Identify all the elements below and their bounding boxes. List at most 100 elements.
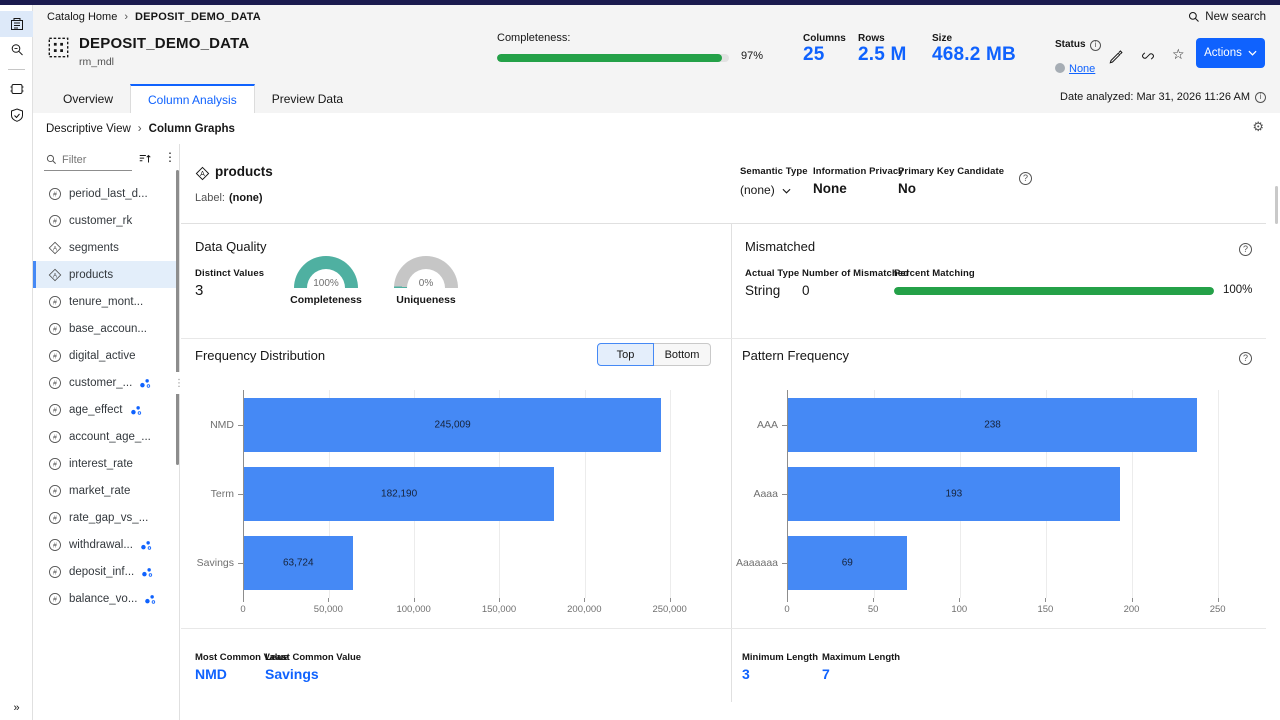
sidebar-item-deposit_inf[interactable]: #deposit_inf... xyxy=(33,558,179,585)
actions-button[interactable]: Actions xyxy=(1196,38,1265,68)
sidebar-item-balance_vo[interactable]: #balance_vo... xyxy=(33,585,179,612)
svg-text:#: # xyxy=(53,326,57,333)
section-divider xyxy=(181,338,1266,339)
date-info-icon[interactable]: i xyxy=(1255,92,1266,103)
numeric-type-icon: # xyxy=(48,214,62,228)
numeric-type-icon: # xyxy=(48,430,62,444)
descriptive-view-link[interactable]: Descriptive View xyxy=(46,123,131,135)
bar-value-label: 69 xyxy=(842,558,853,569)
rail-divider xyxy=(8,69,25,70)
sidebar-item-interest_rate[interactable]: #interest_rate xyxy=(33,450,179,477)
primary-key-value: No xyxy=(898,181,1004,196)
status-value-link[interactable]: None xyxy=(1069,63,1095,75)
content-area: Descriptive View › Column Graphs ⚙ ⋮ #pe… xyxy=(33,113,1280,720)
num-mismatched-value: 0 xyxy=(802,283,909,298)
semantic-type-dropdown[interactable]: (none) xyxy=(740,183,808,197)
sort-icon[interactable] xyxy=(138,152,152,171)
sidebar-item-base_accoun[interactable]: #base_accoun... xyxy=(33,315,179,342)
sidebar-scrollbar[interactable] xyxy=(176,170,179,465)
tab-preview-data[interactable]: Preview Data xyxy=(255,84,360,113)
y-category-label: Aaaa xyxy=(725,459,778,528)
least-common-block: Least Common Value Savings xyxy=(265,652,361,682)
catalog-nav-icon[interactable] xyxy=(0,11,33,37)
left-nav-rail: » xyxy=(0,5,33,720)
mismatched-help-icon[interactable]: ? xyxy=(1239,239,1252,257)
bar-Savings[interactable]: 63,724 xyxy=(244,536,353,590)
tab-column-analysis[interactable]: Column Analysis xyxy=(130,84,255,113)
numeric-type-icon: # xyxy=(48,322,62,336)
sidebar-item-customer_[interactable]: #customer_... xyxy=(33,369,179,396)
semantic-type-label: Semantic Type xyxy=(740,166,808,177)
x-tick-label: 250 xyxy=(1210,604,1226,615)
pattern-frequency-help-icon[interactable]: ? xyxy=(1239,348,1252,366)
ai-generated-icon xyxy=(139,377,151,389)
sidebar-item-customer_rk[interactable]: #customer_rk xyxy=(33,207,179,234)
settings-gear-icon[interactable]: ⚙ xyxy=(1252,119,1264,135)
bar-value-label: 245,009 xyxy=(435,419,471,430)
ai-generated-icon xyxy=(140,539,152,551)
sidebar-item-digital_active[interactable]: #digital_active xyxy=(33,342,179,369)
num-mismatched-block: Number of Mismatched 0 xyxy=(802,268,909,298)
size-stat: Size 468.2 MB xyxy=(932,33,1016,66)
governance-nav-icon[interactable] xyxy=(0,102,33,128)
svg-text:#: # xyxy=(53,542,57,549)
column-label-row: Label:(none) xyxy=(195,192,263,204)
svg-text:#: # xyxy=(53,515,57,522)
bar-Term[interactable]: 182,190 xyxy=(244,467,554,521)
percent-matching-value: 100% xyxy=(1223,284,1252,296)
sidebar-item-withdrawal[interactable]: #withdrawal... xyxy=(33,531,179,558)
sidebar-item-market_rate[interactable]: #market_rate xyxy=(33,477,179,504)
new-search-label: New search xyxy=(1205,11,1266,23)
star-icon[interactable]: ☆ xyxy=(1172,46,1185,63)
bar-Aaaaaaa[interactable]: 69 xyxy=(788,536,907,590)
x-tick-label: 200,000 xyxy=(567,604,601,615)
svg-text:A: A xyxy=(200,171,205,178)
column-item-label: products xyxy=(69,269,113,281)
breadcrumb-current: DEPOSIT_DEMO_DATA xyxy=(135,11,261,23)
bar-NMD[interactable]: 245,009 xyxy=(244,398,661,452)
numeric-type-icon: # xyxy=(48,565,62,579)
toggle-top-button[interactable]: Top xyxy=(597,343,654,366)
filter-field[interactable] xyxy=(44,149,132,171)
metadata-search-nav-icon[interactable] xyxy=(0,37,33,63)
breadcrumb: Catalog Home › DEPOSIT_DEMO_DATA New sea… xyxy=(33,5,1280,29)
y-category-label: AAA xyxy=(725,390,778,459)
actual-type-value: String xyxy=(745,283,799,298)
sidebar-item-segments[interactable]: Asegments xyxy=(33,234,179,261)
sidebar-item-rate_gap_vs_[interactable]: # rate_gap_vs_... xyxy=(33,504,179,531)
data-quality-title: Data Quality xyxy=(195,239,267,254)
new-search-button[interactable]: New search xyxy=(1188,11,1266,23)
sidebar-item-period_last_d[interactable]: #period_last_d... xyxy=(33,180,179,207)
bar-Aaaa[interactable]: 193 xyxy=(788,467,1120,521)
min-length-block: Minimum Length 3 xyxy=(742,652,818,682)
sidebar-item-products[interactable]: Aproducts xyxy=(33,261,179,288)
column-help-icon[interactable]: ? xyxy=(1019,168,1032,186)
svg-text:#: # xyxy=(53,353,57,360)
size-label: Size xyxy=(932,33,1016,44)
ai-generated-icon xyxy=(130,404,142,416)
breadcrumb-catalog-home[interactable]: Catalog Home xyxy=(47,11,117,23)
tab-overview[interactable]: Overview xyxy=(46,84,130,113)
expand-rail-icon[interactable]: » xyxy=(0,702,33,714)
overflow-menu-icon[interactable]: ⋮ xyxy=(164,150,176,164)
toggle-bottom-button[interactable]: Bottom xyxy=(654,343,711,366)
link-icon[interactable] xyxy=(1140,48,1156,69)
bar-AAA[interactable]: 238 xyxy=(788,398,1197,452)
status-label: Status xyxy=(1055,39,1086,50)
column-item-label: balance_vo... xyxy=(69,593,137,605)
max-length-block: Maximum Length 7 xyxy=(822,652,900,682)
pattern-frequency-title: Pattern Frequency xyxy=(742,348,849,363)
edit-icon[interactable] xyxy=(1108,48,1124,69)
label-value: (none) xyxy=(229,192,263,204)
sidebar-item-tenure_mont[interactable]: #tenure_mont... xyxy=(33,288,179,315)
filter-input[interactable] xyxy=(62,154,122,166)
column-item-label: rate_gap_vs_... xyxy=(69,512,148,524)
sidebar-item-age_effect[interactable]: #age_effect xyxy=(33,396,179,423)
status-block: Status i None xyxy=(1055,34,1101,77)
sidebar-item-account_age_[interactable]: #account_age_... xyxy=(33,423,179,450)
svg-text:#: # xyxy=(53,191,57,198)
distinct-values-label: Distinct Values xyxy=(195,268,264,279)
status-info-icon[interactable]: i xyxy=(1090,40,1101,51)
main-scrollbar[interactable] xyxy=(1275,186,1278,224)
projects-nav-icon[interactable] xyxy=(0,76,33,102)
